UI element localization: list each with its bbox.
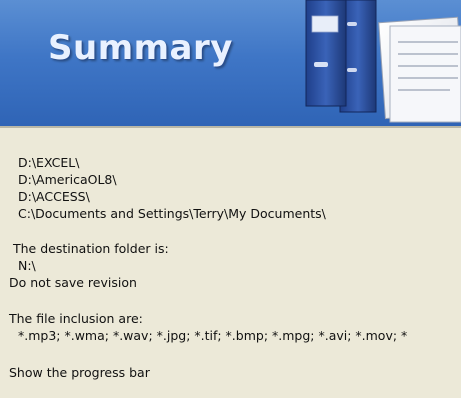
summary-banner: Summary [0,0,461,126]
source-folder: D:\ACCESS\ [18,189,90,204]
file-inclusion-list: *.mp3; *.wma; *.wav; *.jpg; *.tif; *.bmp… [18,328,408,343]
source-folder: D:\EXCEL\ [18,155,80,170]
source-folder: C:\Documents and Settings\Terry\My Docum… [18,206,326,221]
revision-option: Do not save revision [9,275,137,290]
progress-option: Show the progress bar [9,365,150,380]
destination-heading: The destination folder is: [13,241,169,256]
source-folder: D:\AmericaOL8\ [18,172,117,187]
inclusion-heading: The file inclusion are: [9,311,143,326]
destination-folder: N:\ [18,258,36,273]
banner-divider [0,126,461,128]
binder-document-icon [305,0,461,123]
page-title: Summary [48,28,233,68]
summary-content: D:\EXCEL\ D:\AmericaOL8\ D:\ACCESS\ C:\D… [0,134,461,398]
